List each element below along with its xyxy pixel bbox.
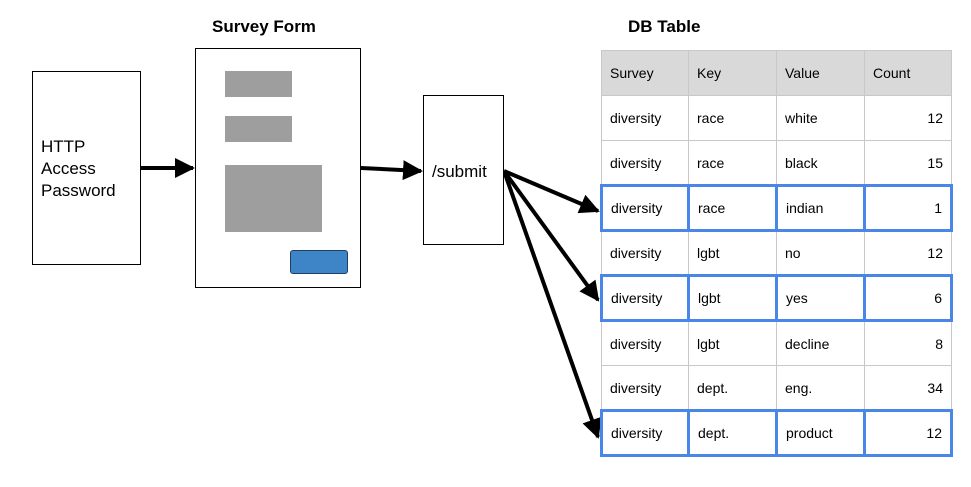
cell-survey: diversity (601, 320, 689, 366)
table-row: diversity dept. eng. 34 (601, 365, 952, 411)
survey-form-mockup (195, 48, 361, 288)
cell-value: yes (775, 274, 866, 322)
table-row: diversity dept. product 12 (600, 409, 953, 457)
cell-value: product (775, 409, 866, 457)
cell-value: decline (776, 320, 865, 366)
http-access-password-label: HTTP Access Password (41, 137, 116, 200)
http-access-password-box: HTTP Access Password (32, 71, 141, 265)
cell-count: 6 (863, 274, 953, 322)
table-row: diversity race black 15 (601, 140, 952, 186)
form-textarea-placeholder (225, 165, 322, 232)
cell-count: 8 (864, 320, 952, 366)
cell-count: 15 (864, 140, 952, 186)
table-row: diversity race white 12 (601, 95, 952, 141)
cell-key: race (688, 95, 777, 141)
header-key: Key (688, 50, 777, 96)
table-row: diversity lgbt decline 8 (601, 320, 952, 366)
cell-value: indian (775, 184, 866, 232)
cell-value: black (776, 140, 865, 186)
form-field-placeholder-2 (225, 116, 292, 142)
arrow-submit-to-row-product (502, 170, 602, 439)
table-row: diversity lgbt yes 6 (600, 274, 953, 322)
header-count: Count (864, 50, 952, 96)
cell-count: 1 (863, 184, 953, 232)
db-table: Survey Key Value Count diversity race whit… (600, 50, 953, 457)
cell-count: 12 (864, 95, 952, 141)
header-value: Value (776, 50, 865, 96)
form-submit-button (290, 250, 348, 274)
submit-endpoint-label: /submit (432, 162, 487, 181)
header-survey: Survey (601, 50, 689, 96)
arrow-form-to-submit (360, 160, 423, 181)
cell-survey: diversity (601, 365, 689, 411)
cell-key: lgbt (688, 230, 777, 276)
cell-value: white (776, 95, 865, 141)
cell-key: race (687, 184, 778, 232)
cell-survey: diversity (600, 274, 690, 322)
cell-key: race (688, 140, 777, 186)
cell-key: dept. (687, 409, 778, 457)
cell-key: dept. (688, 365, 777, 411)
table-row: diversity lgbt no 12 (601, 230, 952, 276)
cell-value: eng. (776, 365, 865, 411)
table-row: diversity race indian 1 (600, 184, 953, 232)
cell-count: 34 (864, 365, 952, 411)
cell-value: no (776, 230, 865, 276)
table-header-row: Survey Key Value Count (601, 50, 952, 96)
cell-survey: diversity (601, 95, 689, 141)
cell-survey: diversity (600, 409, 690, 457)
form-field-placeholder-1 (225, 71, 292, 97)
cell-count: 12 (864, 230, 952, 276)
cell-key: lgbt (688, 320, 777, 366)
cell-survey: diversity (601, 140, 689, 186)
cell-survey: diversity (600, 184, 690, 232)
submit-endpoint-box: /submit (423, 95, 504, 245)
cell-count: 12 (863, 409, 953, 457)
cell-key: lgbt (687, 274, 778, 322)
cell-survey: diversity (601, 230, 689, 276)
